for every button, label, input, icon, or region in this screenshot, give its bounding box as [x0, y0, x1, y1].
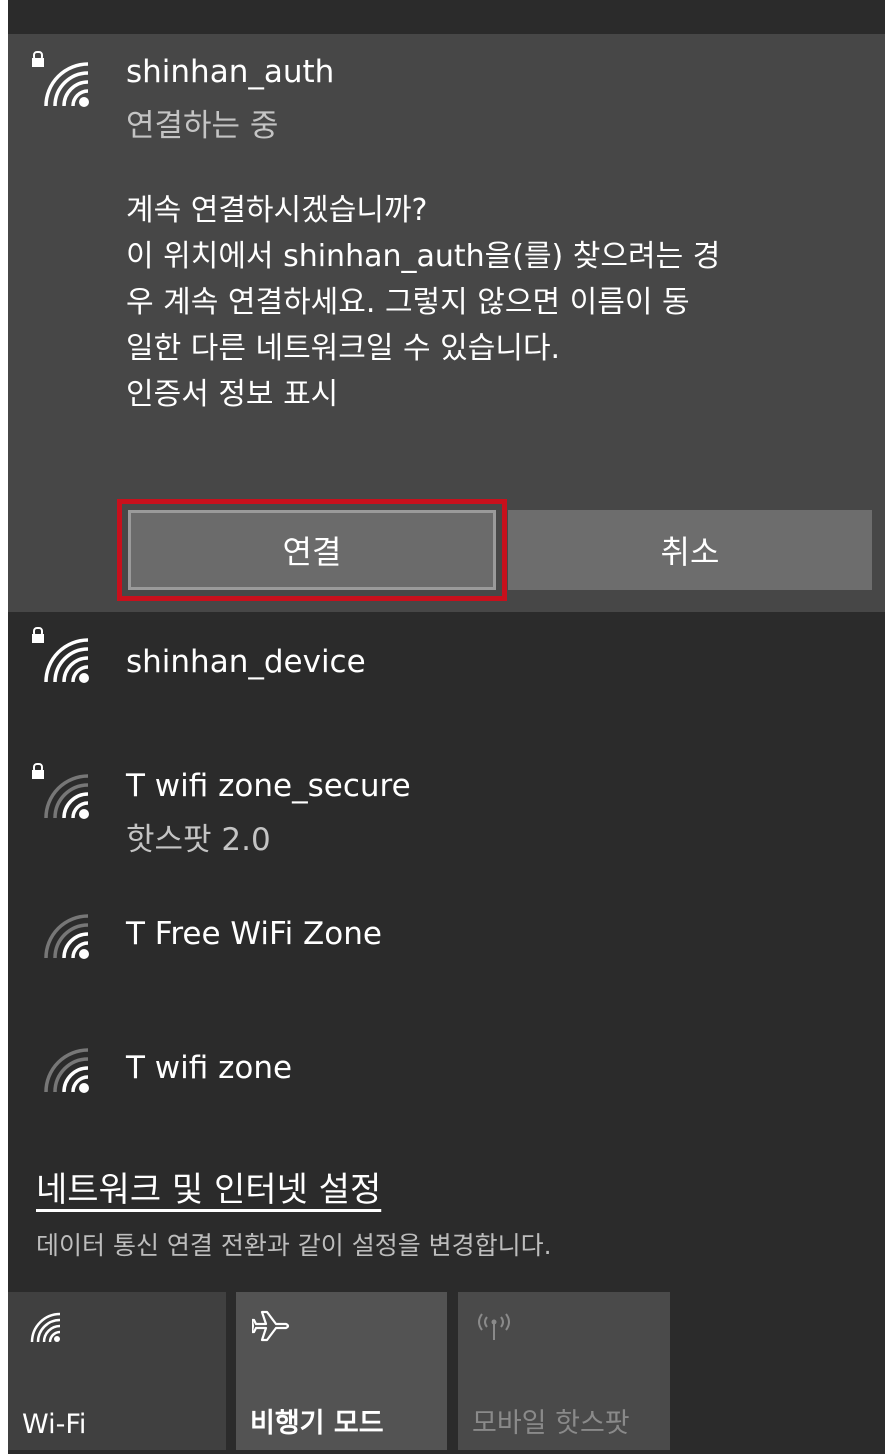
quick-action-mobile-hotspot[interactable]: 모바일 핫스팟 — [458, 1292, 670, 1450]
network-status: 연결하는 중 — [126, 108, 279, 144]
settings-description: 데이터 통신 연결 전환과 같이 설정을 변경합니다. — [36, 1231, 552, 1260]
network-status: 핫스팟 2.0 — [126, 822, 271, 858]
prompt-line: 우 계속 연결하세요. 그렇지 않으면 이름이 동 — [126, 285, 690, 320]
cancel-button[interactable]: 취소 — [508, 510, 872, 590]
secured-wifi-icon — [32, 762, 94, 824]
quick-action-airplane-mode[interactable]: 비행기 모드 — [236, 1292, 447, 1450]
wifi-signal-icon — [32, 902, 94, 964]
prompt-line: 일한 다른 네트워크일 수 있습니다. — [126, 331, 561, 366]
tile-label: Wi-Fi — [22, 1409, 87, 1440]
network-settings-link[interactable]: 네트워크 및 인터넷 설정 — [36, 1162, 381, 1211]
connect-prompt: 계속 연결하시겠습니까? 이 위치에서 shinhan_auth을(를) 찾으려… — [126, 188, 866, 418]
tile-label: 모바일 핫스팟 — [472, 1408, 630, 1439]
network-name: shinhan_device — [126, 644, 366, 680]
secured-wifi-icon — [32, 626, 94, 688]
mobile-hotspot-icon — [474, 1306, 514, 1346]
expanded-network-item[interactable]: shinhan_auth 연결하는 중 계속 연결하시겠습니까? 이 위치에서 … — [8, 34, 885, 612]
tile-label: 비행기 모드 — [250, 1408, 384, 1439]
prompt-line: 계속 연결하시겠습니까? — [126, 193, 428, 228]
wifi-signal-icon — [32, 1036, 94, 1098]
network-name: shinhan_auth — [126, 54, 335, 90]
airplane-icon — [250, 1306, 292, 1346]
network-name: T Free WiFi Zone — [126, 916, 382, 952]
flyout-top-bar — [8, 0, 885, 34]
wifi-icon — [24, 1306, 64, 1346]
network-flyout: shinhan_auth 연결하는 중 계속 연결하시겠습니까? 이 위치에서 … — [8, 0, 885, 1454]
network-name: T wifi zone — [126, 1050, 293, 1086]
prompt-line: 이 위치에서 shinhan_auth을(를) 찾으려는 경 — [126, 239, 721, 274]
network-name: T wifi zone_secure — [126, 768, 411, 804]
connect-button[interactable]: 연결 — [117, 499, 507, 601]
show-certificate-link[interactable]: 인증서 정보 표시 — [126, 372, 866, 418]
secured-wifi-icon — [32, 50, 94, 112]
quick-action-wifi[interactable]: Wi-Fi — [8, 1292, 226, 1450]
